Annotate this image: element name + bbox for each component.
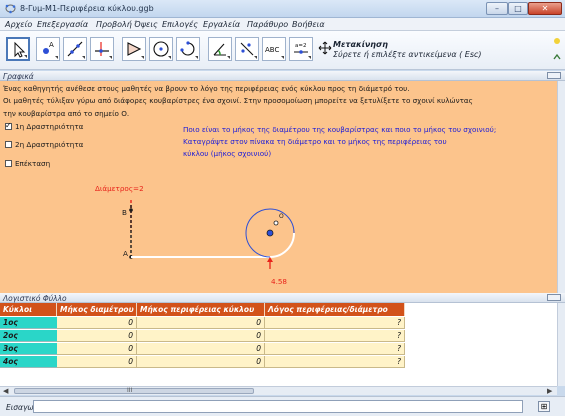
row-label[interactable]: 4ος bbox=[0, 356, 57, 368]
spool-construction[interactable] bbox=[0, 81, 557, 293]
circle-tool-button[interactable] bbox=[149, 37, 173, 61]
title-bar: 8-Γυμ-Μ1-Περιφέρεια κύκλου.ggb – □ ✕ bbox=[0, 0, 565, 18]
move-tool-button[interactable] bbox=[6, 37, 30, 61]
ratio-cell[interactable]: ? bbox=[265, 356, 405, 368]
spreadsheet-horizontal-scrollbar[interactable]: ◀ III ▶ bbox=[0, 386, 557, 395]
ratio-cell[interactable]: ? bbox=[265, 317, 405, 329]
column-header-circles[interactable]: Κύκλοι bbox=[0, 303, 57, 316]
toolbar: A ABC a=2 Μετακίνηση Σύρετε ή επιλέξτε α… bbox=[0, 31, 565, 70]
polygon-tool-button[interactable] bbox=[122, 37, 146, 61]
ratio-cell[interactable]: ? bbox=[265, 343, 405, 355]
menu-edit[interactable]: Επεξεργασία bbox=[37, 20, 88, 29]
scroll-left-arrow-icon[interactable]: ◀ bbox=[3, 387, 8, 395]
diameter-cell[interactable]: 0 bbox=[57, 343, 137, 355]
window-title: 8-Γυμ-Μ1-Περιφέρεια κύκλου.ggb bbox=[20, 4, 154, 13]
point-a-label: A bbox=[123, 249, 128, 258]
menu-window[interactable]: Παράθυρο bbox=[247, 20, 288, 29]
circumference-cell[interactable]: 0 bbox=[137, 343, 265, 355]
point-b bbox=[129, 208, 133, 212]
graphics-view[interactable]: Ένας καθηγητής ανέθεσε στους μαθητές να … bbox=[0, 81, 557, 293]
spreadsheet-panel-header: Λογιστικό Φύλλο bbox=[0, 293, 565, 303]
spreadsheet[interactable]: Κύκλοι Μήκος διαμέτρου Μήκος περιφέρειας… bbox=[0, 303, 557, 387]
circumference-cell[interactable]: 0 bbox=[137, 356, 265, 368]
column-header-diameter[interactable]: Μήκος διαμέτρου bbox=[57, 303, 137, 316]
slider-tool-label: a=2 bbox=[295, 43, 306, 49]
row-label[interactable]: 2ος bbox=[0, 330, 57, 342]
scroll-thumb[interactable]: III bbox=[14, 387, 254, 394]
circumference-cell[interactable]: 0 bbox=[137, 330, 265, 342]
close-button[interactable]: ✕ bbox=[528, 2, 562, 15]
svg-text:A: A bbox=[49, 41, 54, 49]
virtual-keyboard-icon[interactable]: ⊞ bbox=[538, 401, 550, 412]
input-field[interactable] bbox=[33, 400, 523, 413]
column-header-ratio[interactable]: Λόγος περιφέρειας/διάμετρο bbox=[265, 303, 405, 316]
reflect-tool-button[interactable] bbox=[235, 37, 259, 61]
angle-tool-button[interactable] bbox=[208, 37, 232, 61]
point-tool-button[interactable]: A bbox=[36, 37, 60, 61]
scroll-thumb-grip: III bbox=[127, 387, 133, 394]
graphics-panel-title: Γραφικά bbox=[3, 72, 34, 81]
menu-view[interactable]: Προβολή bbox=[96, 20, 132, 29]
spreadsheet-header-row: Κύκλοι Μήκος διαμέτρου Μήκος περιφέρειας… bbox=[0, 303, 405, 316]
remaining-rope-arc bbox=[269, 232, 295, 258]
menu-bar: Αρχείο Επεξεργασία Προβολή Όψεις Επιλογέ… bbox=[0, 18, 565, 31]
graphics-panel-controls[interactable] bbox=[547, 72, 561, 79]
rope-length-label: 4.58 bbox=[271, 277, 288, 286]
point-o-label: O bbox=[279, 213, 284, 220]
graphics-scrollbar[interactable] bbox=[557, 81, 565, 293]
spreadsheet-vertical-scrollbar[interactable] bbox=[557, 303, 565, 386]
menu-perspectives[interactable]: Όψεις bbox=[134, 20, 158, 29]
arc-tool-button[interactable] bbox=[176, 37, 200, 61]
ratio-cell[interactable]: ? bbox=[265, 330, 405, 342]
menu-options[interactable]: Επιλογές bbox=[162, 20, 198, 29]
spreadsheet-panel-controls[interactable] bbox=[547, 294, 561, 301]
scroll-right-arrow-icon[interactable]: ▶ bbox=[547, 387, 552, 395]
point-o bbox=[273, 220, 279, 226]
point-b-label: B bbox=[122, 208, 127, 217]
text-tool-button[interactable]: ABC bbox=[262, 37, 286, 61]
spool-center bbox=[266, 229, 274, 237]
row-label[interactable]: 3ος bbox=[0, 343, 57, 355]
column-header-circumference[interactable]: Μήκος περιφέρειας κύκλου bbox=[137, 303, 265, 316]
move-view-tool-button[interactable] bbox=[316, 37, 332, 61]
menu-file[interactable]: Αρχείο bbox=[5, 20, 32, 29]
perpendicular-tool-button[interactable] bbox=[90, 37, 114, 61]
diameter-cell[interactable]: 0 bbox=[57, 317, 137, 329]
active-tool-description: Σύρετε ή επιλέξτε αντικείμενα ( Esc) bbox=[333, 50, 482, 59]
diameter-cell[interactable]: 0 bbox=[57, 356, 137, 368]
minimize-button[interactable]: – bbox=[486, 2, 508, 15]
maximize-button[interactable]: □ bbox=[508, 2, 528, 15]
diameter-cell[interactable]: 0 bbox=[57, 330, 137, 342]
spreadsheet-panel-title: Λογιστικό Φύλλο bbox=[3, 294, 67, 303]
redo-icon[interactable] bbox=[553, 53, 561, 61]
slider-tool-button[interactable]: a=2 bbox=[289, 37, 313, 61]
diameter-label: Διάμετρος=2 bbox=[95, 184, 144, 193]
active-tool-title: Μετακίνηση bbox=[333, 40, 388, 49]
line-tool-button[interactable] bbox=[63, 37, 87, 61]
undo-icon[interactable] bbox=[553, 37, 561, 45]
graphics-panel-header: Γραφικά bbox=[0, 71, 565, 81]
menu-help[interactable]: Βοήθεια bbox=[292, 20, 325, 29]
row-label[interactable]: 1ος bbox=[0, 317, 57, 329]
circumference-cell[interactable]: 0 bbox=[137, 317, 265, 329]
menu-tools[interactable]: Εργαλεία bbox=[203, 20, 240, 29]
text-tool-label: ABC bbox=[265, 46, 279, 54]
input-bar: Εισαγωγή: ⊞ bbox=[0, 396, 565, 416]
move-view-icon bbox=[318, 41, 332, 55]
geogebra-app-icon bbox=[5, 4, 16, 14]
